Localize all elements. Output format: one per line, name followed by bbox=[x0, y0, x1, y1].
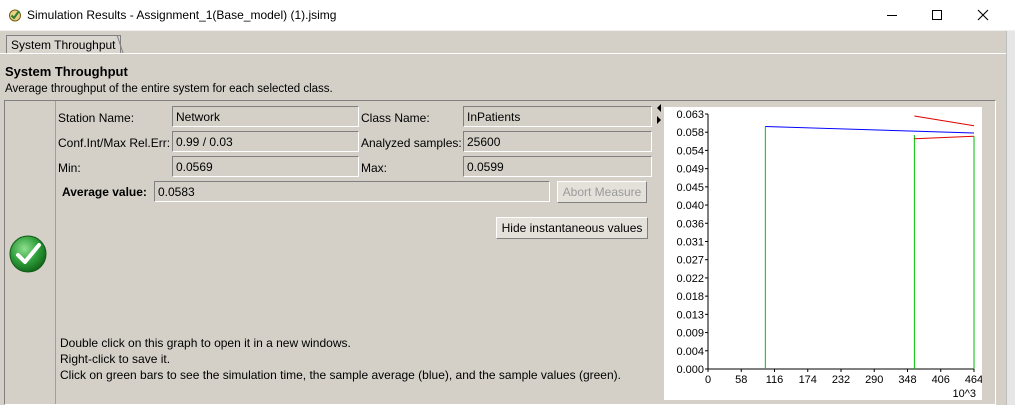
x-tick-label: 464 bbox=[965, 374, 982, 386]
y-tick-label: 0.045 bbox=[676, 182, 704, 194]
min-label: Min: bbox=[58, 161, 81, 175]
y-tick-label: 0.031 bbox=[676, 237, 704, 249]
average-value-field: 0.0583 bbox=[154, 181, 550, 202]
y-tick-label: 0.009 bbox=[676, 328, 704, 340]
conf-int-field: 0.99 / 0.03 bbox=[172, 131, 359, 152]
y-tick-label: 0.004 bbox=[676, 346, 704, 358]
note-right-click: Right-click to save it. bbox=[60, 352, 171, 366]
station-name-field: Network bbox=[172, 106, 359, 127]
maximize-icon bbox=[932, 10, 942, 20]
throughput-chart-svg[interactable]: 0.063 0.058 0.054 0.049 0.045 0.040 0.036 0.031… bbox=[664, 107, 983, 400]
y-tick-label: 0.036 bbox=[676, 218, 704, 230]
x-tick-label: 174 bbox=[799, 374, 817, 386]
min-field: 0.0569 bbox=[172, 156, 359, 177]
title-bar: Simulation Results - Assignment_1(Base_m… bbox=[0, 0, 1015, 30]
y-tick-label: 0.013 bbox=[676, 309, 704, 321]
y-tick-label: 0.022 bbox=[676, 273, 704, 285]
results-content: System Throughput System Throughput Aver… bbox=[0, 31, 1006, 405]
y-tick-label: 0.000 bbox=[676, 364, 704, 376]
series-line-lower-bound bbox=[914, 135, 975, 140]
section-description: Average throughput of the entire system … bbox=[5, 83, 333, 95]
window-edge-scrollbar bbox=[1006, 31, 1015, 405]
status-column bbox=[5, 101, 56, 404]
series-line-upper-bound bbox=[914, 115, 975, 127]
close-icon bbox=[977, 9, 989, 21]
checkmark-icon bbox=[9, 235, 47, 273]
note-green-bars: Click on green bars to see the simulatio… bbox=[60, 368, 621, 382]
minimize-button[interactable] bbox=[869, 0, 915, 30]
y-tick-label: 0.027 bbox=[676, 255, 704, 267]
window-title: Simulation Results - Assignment_1(Base_m… bbox=[27, 8, 337, 22]
y-tick-label: 0.040 bbox=[676, 200, 704, 212]
x-tick-label: 406 bbox=[932, 374, 950, 386]
tab-edge-decoration bbox=[114, 35, 124, 53]
maximize-button[interactable] bbox=[914, 0, 960, 30]
y-tick-label: 0.049 bbox=[676, 164, 704, 176]
x-tick-label: 290 bbox=[865, 374, 883, 386]
tab-system-throughput[interactable]: System Throughput bbox=[6, 35, 121, 54]
class-name-label: Class Name: bbox=[361, 111, 430, 125]
x-tick-label: 116 bbox=[766, 374, 784, 386]
hide-instantaneous-values-button[interactable]: Hide instantaneous values bbox=[496, 217, 648, 239]
average-value-label: Average value: bbox=[62, 185, 147, 199]
station-name-label: Station Name: bbox=[58, 111, 135, 125]
max-label: Max: bbox=[361, 161, 388, 175]
x-unit-label: 10^3 bbox=[952, 388, 976, 400]
minimize-icon bbox=[887, 15, 897, 16]
x-tick-label: 58 bbox=[735, 374, 747, 386]
y-tick-label: 0.018 bbox=[676, 291, 704, 303]
x-tick-label: 232 bbox=[832, 374, 850, 386]
split-divider-arrows[interactable] bbox=[656, 103, 662, 125]
series-line-average bbox=[765, 126, 975, 134]
measure-panel: Station Name: Network Class Name: InPati… bbox=[4, 100, 996, 405]
close-button[interactable] bbox=[960, 0, 1006, 30]
jmt-app-icon bbox=[8, 8, 22, 22]
throughput-chart[interactable]: 0.063 0.058 0.054 0.049 0.045 0.040 0.036 0.031… bbox=[664, 107, 983, 400]
tab-divider bbox=[0, 53, 1006, 54]
conf-int-label: Conf.Int/Max Rel.Err: bbox=[58, 136, 171, 150]
analyzed-samples-field: 25600 bbox=[463, 131, 652, 152]
x-tick-label: 0 bbox=[705, 374, 711, 386]
note-double-click: Double click on this graph to open it in… bbox=[60, 336, 351, 350]
y-tick-label: 0.058 bbox=[676, 127, 704, 139]
abort-measure-button[interactable]: Abort Measure bbox=[557, 181, 647, 203]
y-tick-label: 0.054 bbox=[676, 145, 704, 157]
max-field: 0.0599 bbox=[463, 156, 652, 177]
class-name-field: InPatients bbox=[463, 106, 652, 127]
y-tick-label: 0.063 bbox=[676, 109, 704, 121]
x-tick-label: 348 bbox=[898, 374, 916, 386]
section-title: System Throughput bbox=[5, 64, 128, 79]
analyzed-samples-label: Analyzed samples: bbox=[361, 136, 462, 150]
